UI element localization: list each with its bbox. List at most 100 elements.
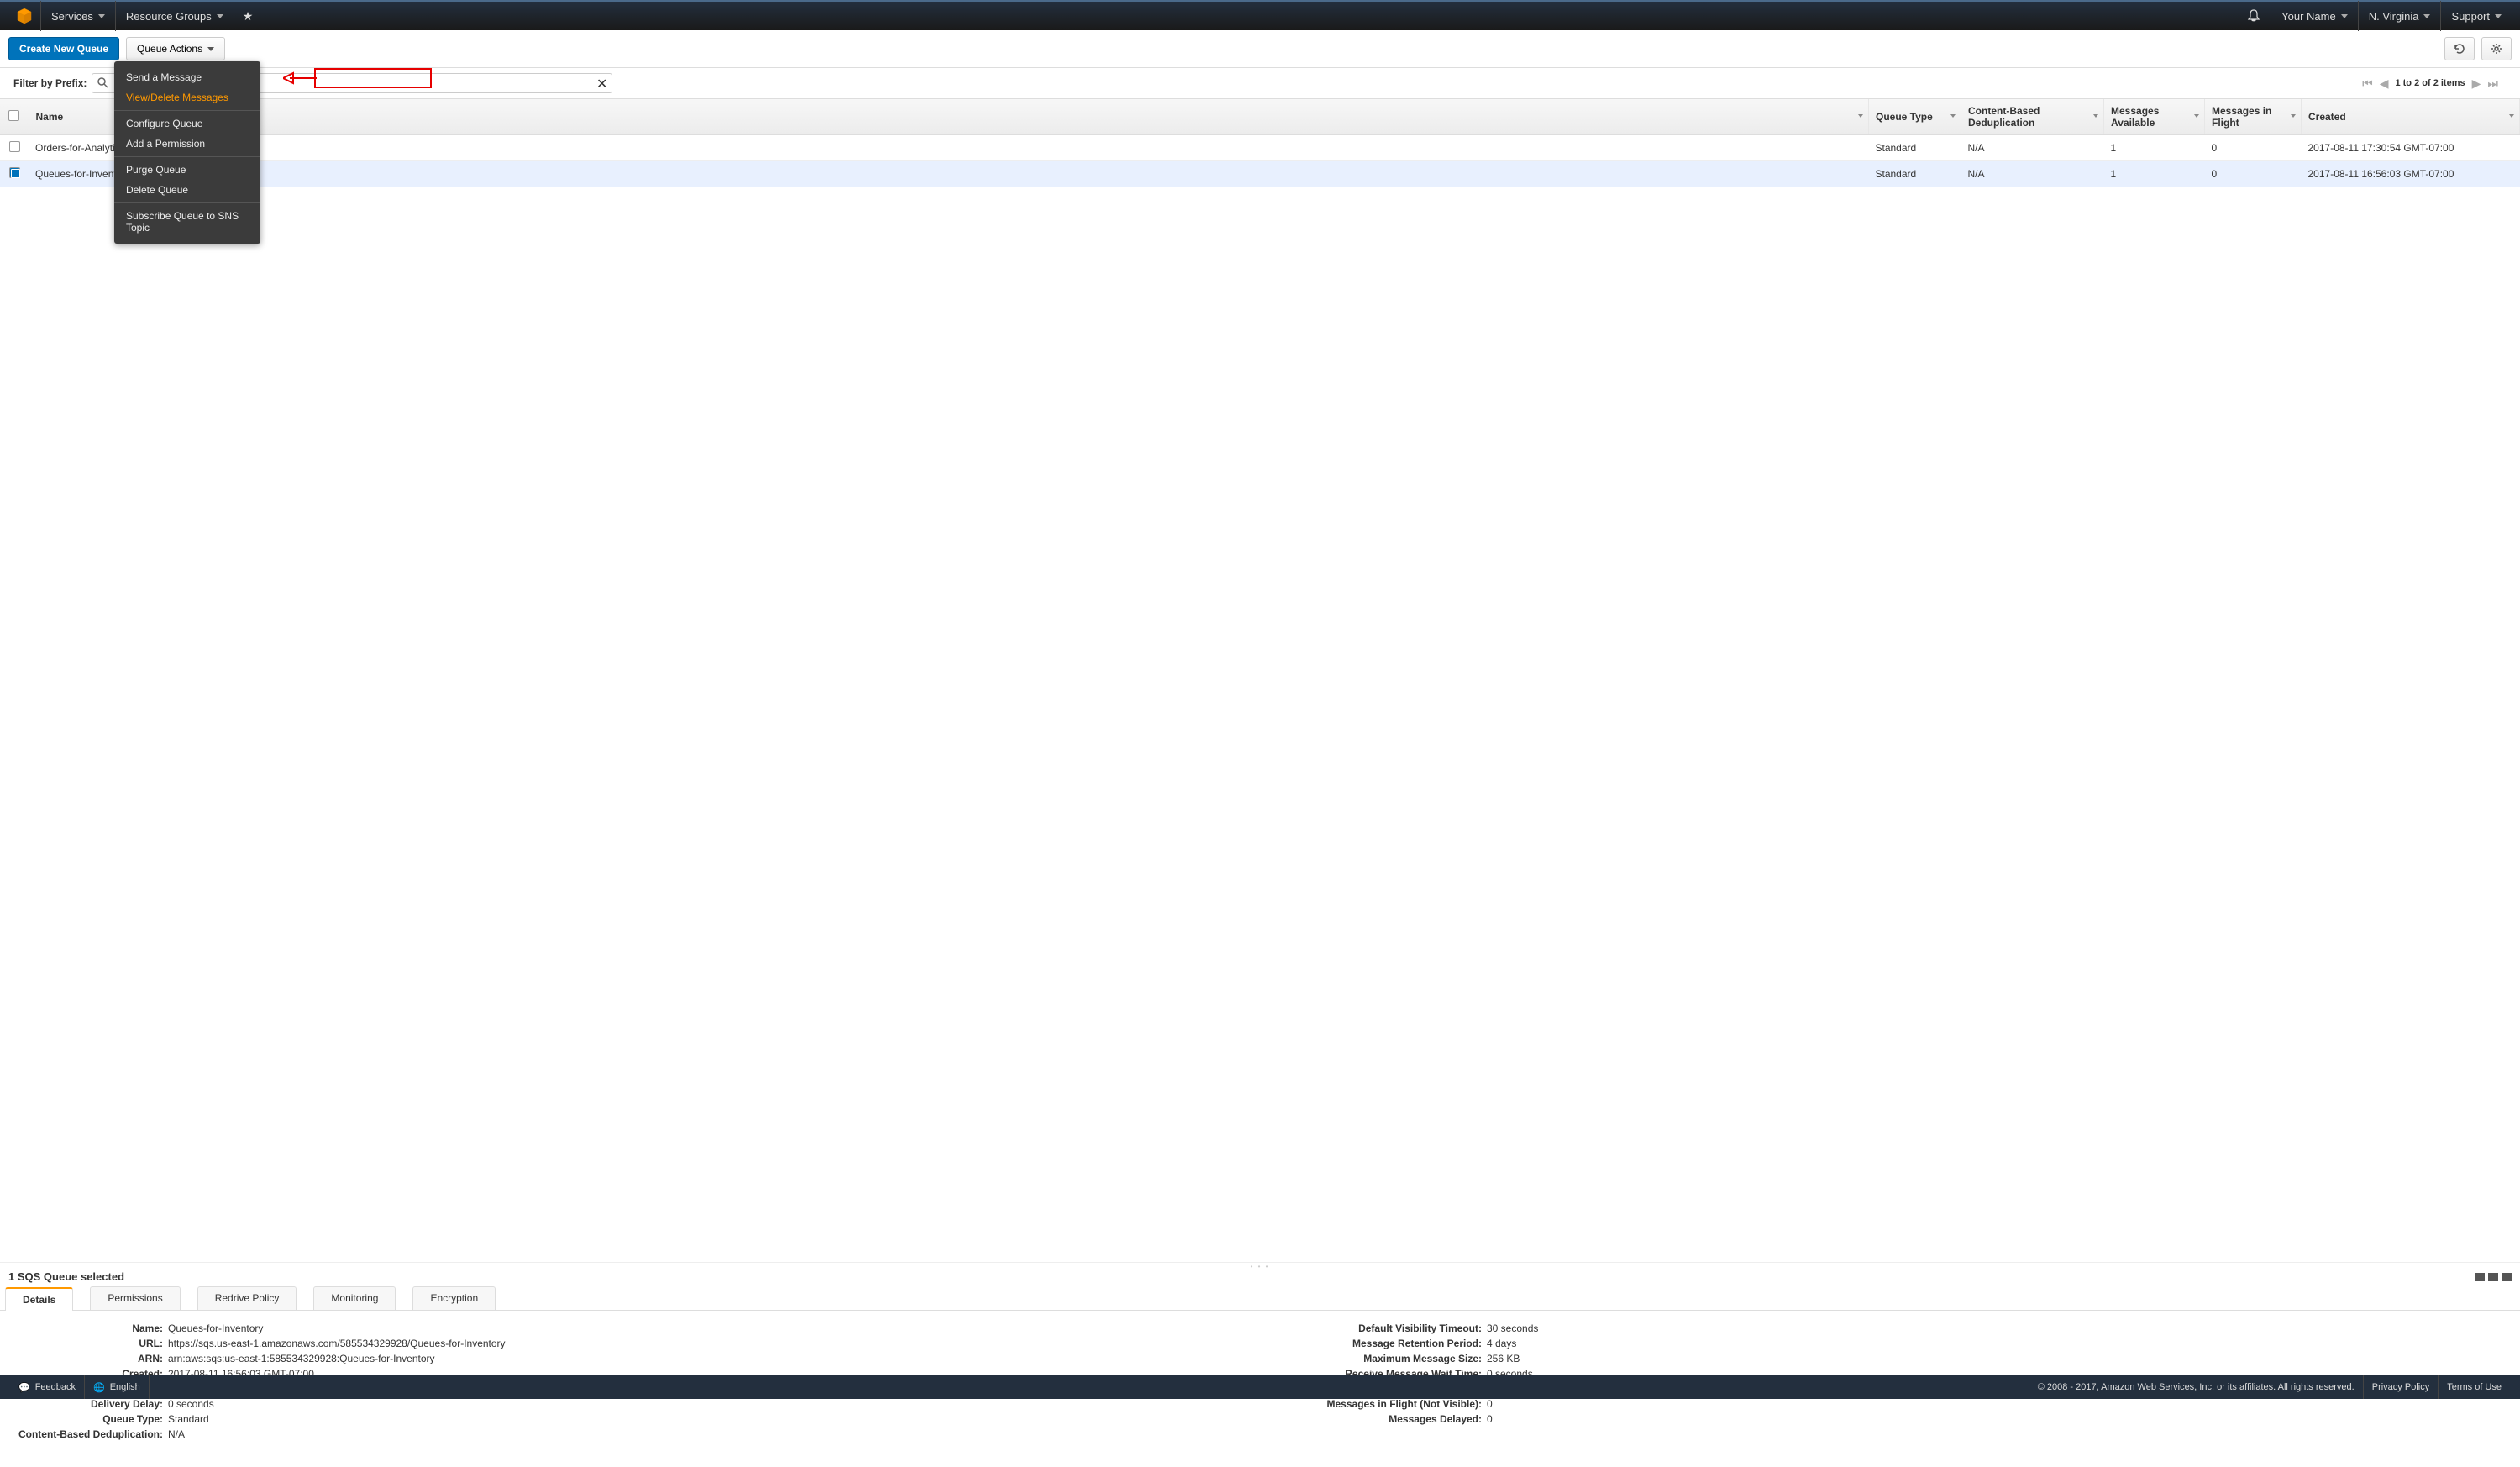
row-checkbox[interactable] (9, 167, 20, 178)
chevron-down-icon (2423, 14, 2430, 18)
detail-msgdelayed-value: 0 (1487, 1413, 2503, 1425)
language-label: English (110, 1382, 140, 1392)
region-menu[interactable]: N. Virginia (2358, 1, 2441, 31)
detail-name-label: Name: (17, 1322, 168, 1334)
cell-dedup: N/A (1961, 135, 2104, 161)
account-menu[interactable]: Your Name (2271, 1, 2358, 31)
privacy-link[interactable]: Privacy Policy (2363, 1375, 2438, 1399)
support-label: Support (2451, 10, 2490, 23)
feedback-label: Feedback (35, 1382, 76, 1392)
settings-button[interactable] (2481, 37, 2512, 60)
detail-msgdelayed-label: Messages Delayed: (1260, 1413, 1487, 1425)
page-prev-icon[interactable]: ◀ (2380, 76, 2389, 91)
detail-vistimeout-label: Default Visibility Timeout: (1260, 1322, 1487, 1334)
chevron-down-icon (2341, 14, 2348, 18)
queue-actions-dropdown: Send a MessageView/Delete Messages Config… (114, 61, 260, 244)
header-checkbox[interactable] (0, 99, 29, 135)
detail-qtype-label: Queue Type: (17, 1413, 168, 1425)
detail-vistimeout-value: 30 seconds (1487, 1322, 2503, 1334)
pin-icon[interactable]: ★ (234, 9, 262, 24)
view-mode-1-icon[interactable] (2475, 1273, 2485, 1281)
refresh-button[interactable] (2444, 37, 2475, 60)
page-last-icon[interactable]: ⏭ (2487, 76, 2498, 91)
dropdown-item[interactable]: Delete Queue (114, 180, 260, 200)
view-mode-2-icon[interactable] (2488, 1273, 2498, 1281)
tab-encryption[interactable]: Encryption (412, 1286, 496, 1310)
clear-filter-icon[interactable]: ✕ (596, 76, 607, 92)
header-type[interactable]: Queue Type (1869, 99, 1961, 135)
page-text: 1 to 2 of 2 items (2395, 78, 2465, 88)
header-name[interactable]: Name (29, 99, 1869, 135)
chevron-down-icon (207, 47, 214, 51)
search-icon (97, 76, 108, 88)
table-row[interactable]: Queues-for-InventoryStandardN/A102017-08… (0, 161, 2520, 187)
copyright-text: © 2008 - 2017, Amazon Web Services, Inc.… (2038, 1382, 2363, 1392)
detail-url-label: URL: (17, 1338, 168, 1349)
resource-groups-menu[interactable]: Resource Groups (116, 1, 234, 31)
aws-logo-icon[interactable] (15, 7, 34, 25)
toolbar: Create New Queue Queue Actions (0, 30, 2520, 68)
filter-row: Filter by Prefix: ✕ ⏮ ◀ 1 to 2 of 2 item… (0, 68, 2520, 98)
table-row[interactable]: Orders-for-AnalyticsStandardN/A102017-08… (0, 135, 2520, 161)
services-menu[interactable]: Services (40, 1, 116, 31)
dropdown-item[interactable]: Send a Message (114, 67, 260, 87)
header-flight[interactable]: Messages in Flight (2205, 99, 2302, 135)
header-created[interactable]: Created (2302, 99, 2520, 135)
refresh-icon (2454, 43, 2465, 55)
detail-msgflight-value: 0 (1487, 1398, 2503, 1410)
detail-msgflight-label: Messages in Flight (Not Visible): (1260, 1398, 1487, 1410)
support-menu[interactable]: Support (2440, 1, 2512, 31)
detail-retention-value: 4 days (1487, 1338, 2503, 1349)
tab-monitoring[interactable]: Monitoring (313, 1286, 396, 1310)
detail-url-value: https://sqs.us-east-1.amazonaws.com/5855… (168, 1338, 1260, 1349)
chevron-down-icon (98, 14, 105, 18)
feedback-link[interactable]: 💬 Feedback (10, 1375, 85, 1399)
services-label: Services (51, 10, 93, 23)
footer: 💬 Feedback 🌐 English © 2008 - 2017, Amaz… (0, 1375, 2520, 1399)
detail-maxsize-value: 256 KB (1487, 1353, 2503, 1364)
cell-avail: 1 (2104, 161, 2205, 187)
header-avail[interactable]: Messages Available (2104, 99, 2205, 135)
detail-arn-label: ARN: (17, 1353, 168, 1364)
detail-dedup-value: N/A (168, 1428, 1260, 1440)
filter-label: Filter by Prefix: (13, 77, 87, 89)
dropdown-item[interactable]: Add a Permission (114, 134, 260, 154)
header-dedup[interactable]: Content-Based Deduplication (1961, 99, 2104, 135)
globe-icon: 🌐 (93, 1382, 105, 1393)
detail-name-value: Queues-for-Inventory (168, 1322, 1260, 1334)
account-label: Your Name (2281, 10, 2336, 23)
page-next-icon[interactable]: ▶ (2472, 76, 2481, 91)
cell-name: Orders-for-Analytics (29, 135, 1869, 161)
cell-type: Standard (1869, 161, 1961, 187)
view-mode-3-icon[interactable] (2502, 1273, 2512, 1281)
top-nav: Services Resource Groups ★ Your Name N. … (0, 0, 2520, 30)
page-first-icon[interactable]: ⏮ (2362, 76, 2373, 91)
dropdown-item[interactable]: Purge Queue (114, 160, 260, 180)
queue-table: Name Queue Type Content-Based Deduplicat… (0, 98, 2520, 187)
cell-flight: 0 (2205, 161, 2302, 187)
region-label: N. Virginia (2369, 10, 2419, 23)
chevron-down-icon (217, 14, 223, 18)
detail-delay-label: Delivery Delay: (17, 1398, 168, 1410)
dropdown-item[interactable]: Subscribe Queue to SNS Topic (114, 206, 260, 238)
language-menu[interactable]: 🌐 English (85, 1375, 150, 1399)
dropdown-item[interactable]: View/Delete Messages (114, 87, 260, 108)
tab-permissions[interactable]: Permissions (90, 1286, 180, 1310)
queue-actions-button[interactable]: Queue Actions (126, 37, 225, 60)
terms-link[interactable]: Terms of Use (2438, 1375, 2510, 1399)
cell-type: Standard (1869, 135, 1961, 161)
detail-arn-value: arn:aws:sqs:us-east-1:585534329928:Queue… (168, 1353, 1260, 1364)
cell-created: 2017-08-11 17:30:54 GMT-07:00 (2302, 135, 2520, 161)
row-checkbox[interactable] (9, 141, 20, 152)
detail-delay-value: 0 seconds (168, 1398, 1260, 1410)
pager: ⏮ ◀ 1 to 2 of 2 items ▶ ⏭ (2362, 76, 2507, 91)
selected-count: 1 SQS Queue selected (8, 1270, 124, 1283)
create-queue-button[interactable]: Create New Queue (8, 37, 119, 60)
notifications-icon[interactable] (2237, 9, 2271, 23)
tab-redrive[interactable]: Redrive Policy (197, 1286, 297, 1310)
dropdown-item[interactable]: Configure Queue (114, 113, 260, 134)
tab-details[interactable]: Details (5, 1287, 73, 1311)
gear-icon (2491, 43, 2502, 55)
queue-actions-label: Queue Actions (137, 43, 202, 55)
cell-dedup: N/A (1961, 161, 2104, 187)
